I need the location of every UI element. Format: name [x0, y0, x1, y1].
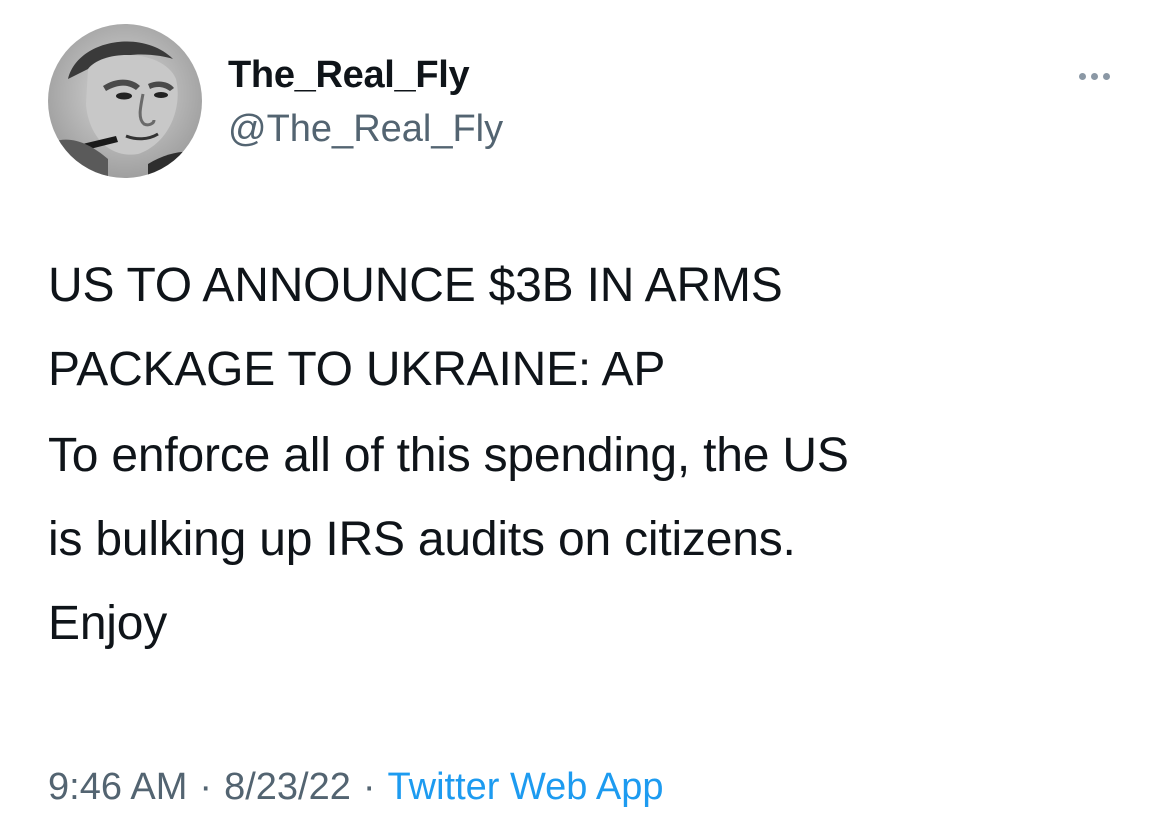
tweet-source-link[interactable]: Twitter Web App — [388, 766, 664, 808]
headline-line: US TO ANNOUNCE $3B IN ARMS — [48, 259, 783, 312]
profile-photo-avatar — [48, 24, 202, 178]
tweet-text: US TO ANNOUNCE $3B IN ARMS PACKAGE TO UK… — [48, 244, 1138, 666]
tweet-headline: US TO ANNOUNCE $3B IN ARMS PACKAGE TO UK… — [48, 244, 1138, 412]
meta-separator: · — [199, 766, 213, 808]
comment-line: is bulking up IRS audits on citizens. — [48, 513, 796, 566]
display-name[interactable]: The_Real_Fly — [228, 52, 470, 98]
more-dot — [1102, 72, 1110, 80]
tweet-card: The_Real_Fly @The_Real_Fly US TO ANNOUNC… — [0, 0, 1170, 840]
more-dot — [1090, 72, 1098, 80]
more-dot — [1078, 72, 1086, 80]
headline-line: PACKAGE TO UKRAINE: AP — [48, 343, 666, 396]
more-options-icon[interactable] — [1068, 62, 1120, 90]
meta-separator: · — [362, 766, 376, 808]
tweet-time[interactable]: 9:46 AM — [48, 766, 187, 808]
tweet-meta: 9:46 AM · 8/23/22 · Twitter Web App — [48, 762, 664, 812]
user-handle[interactable]: @The_Real_Fly — [228, 106, 503, 152]
avatar[interactable] — [48, 24, 202, 178]
tweet-comment: To enforce all of this spending, the US … — [48, 414, 1138, 666]
comment-line: To enforce all of this spending, the US — [48, 429, 849, 482]
comment-line: Enjoy — [48, 597, 168, 650]
tweet-date[interactable]: 8/23/22 — [224, 766, 351, 808]
